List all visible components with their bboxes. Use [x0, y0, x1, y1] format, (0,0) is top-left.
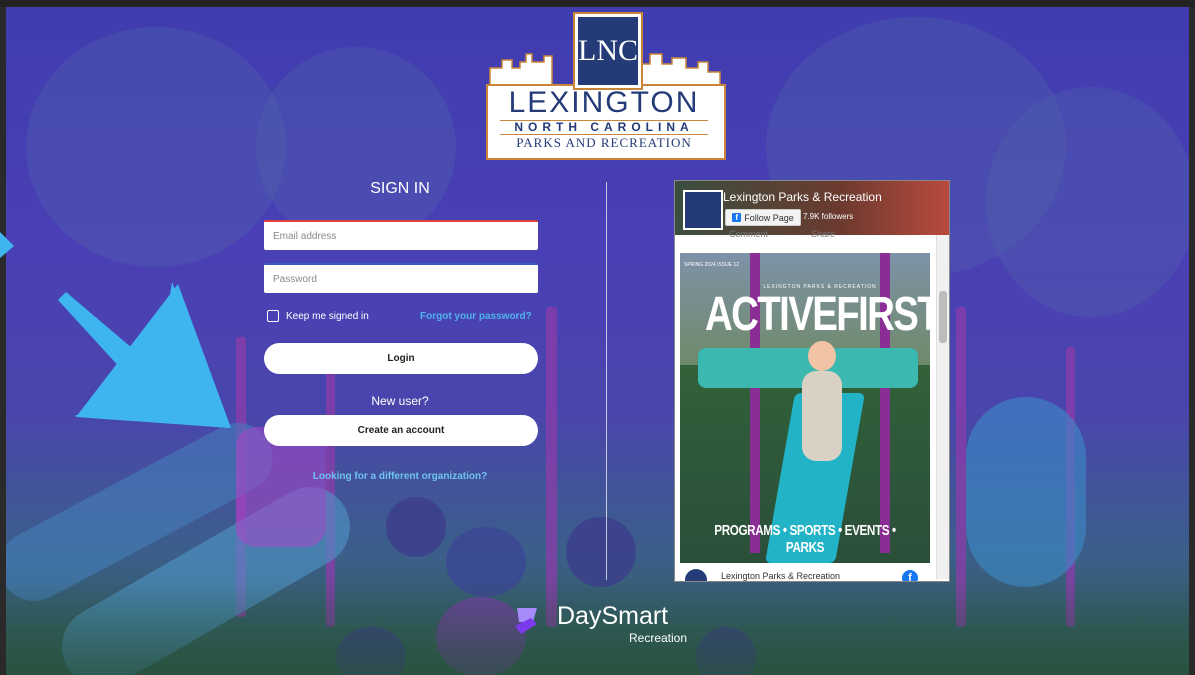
scrollbar-thumb[interactable]	[939, 291, 947, 343]
share-action[interactable]: Share	[811, 229, 835, 239]
activefirst-poster[interactable]: SPRING 2024 ISSUE 12 LEXINGTON PARKS & R…	[680, 253, 930, 563]
follower-count: 7.9K followers	[803, 212, 854, 221]
daysmart-wordmark: DaySmart	[557, 602, 669, 630]
follow-page-label: Follow Page	[744, 212, 794, 223]
facebook-page-widget[interactable]: Lexington Parks & Recreation f Follow Pa…	[674, 180, 950, 582]
facebook-page-name[interactable]: Lexington Parks & Recreation	[723, 190, 882, 204]
post-actions: Comment Share	[675, 227, 937, 243]
daysmart-branding: DaySmart Recreation	[511, 600, 711, 650]
facebook-logo-icon: f	[732, 213, 742, 222]
post-avatar[interactable]	[685, 569, 707, 581]
comment-action[interactable]: Comment	[729, 229, 768, 239]
arrow-upper-icon	[0, 232, 14, 258]
follow-page-button[interactable]: f Follow Page	[725, 209, 801, 226]
poster-issue-tag: SPRING 2024 ISSUE 12	[684, 262, 740, 268]
annotation-arrows	[0, 232, 231, 428]
daysmart-logo-icon	[515, 608, 537, 634]
widget-scrollbar[interactable]	[936, 235, 949, 579]
post-author[interactable]: Lexington Parks & Recreation	[721, 571, 840, 581]
daysmart-product: Recreation	[629, 631, 688, 645]
facebook-page-avatar[interactable]	[683, 190, 723, 230]
poster-title: ACTIVEFIRST	[705, 288, 930, 341]
arrow-head-icon	[76, 284, 231, 428]
screen: LNC LEXINGTON NORTH CAROLINA PARKS AND R…	[0, 0, 1195, 675]
poster-tagline: PROGRAMS • SPORTS • EVENTS • PARKS	[714, 522, 896, 556]
facebook-icon[interactable]: f	[902, 570, 918, 581]
next-post-header: Lexington Parks & Recreation f	[675, 567, 937, 581]
